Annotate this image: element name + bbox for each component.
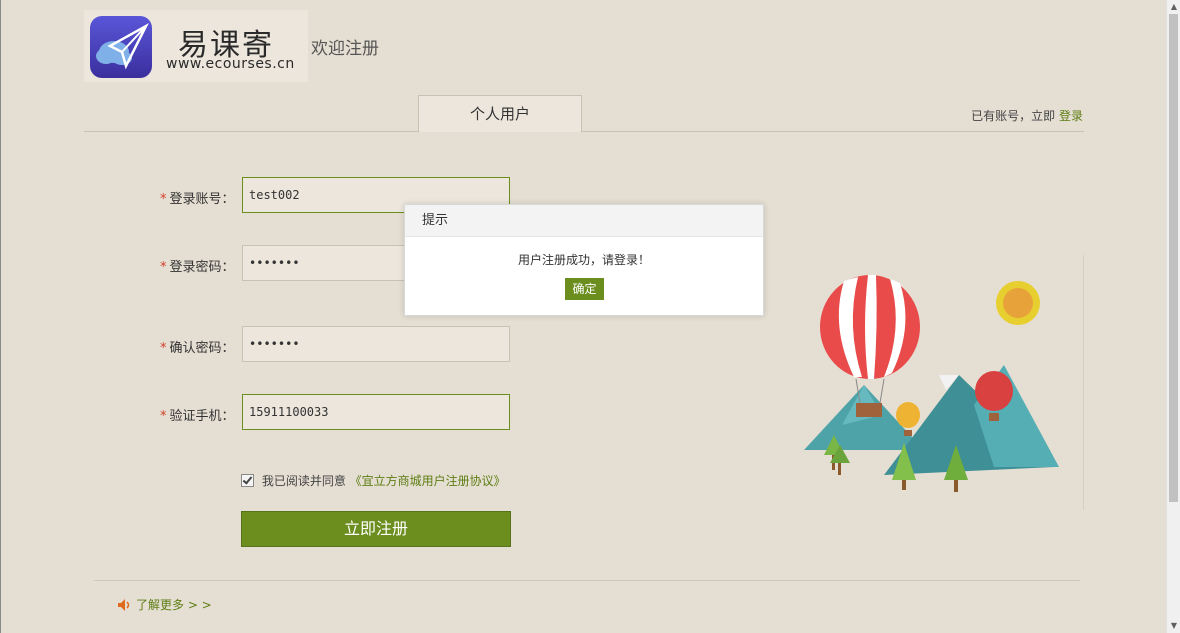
brand-url: www.ecourses.cn xyxy=(166,56,295,72)
required-mark: * xyxy=(160,192,167,207)
confirm-password-label: * 确认密码： xyxy=(160,341,235,356)
tab-personal-user[interactable]: 个人用户 xyxy=(418,95,582,132)
login-prompt-text: 已有账号，立即 xyxy=(971,109,1056,123)
footer-divider xyxy=(94,580,1080,581)
username-label: * 登录账号： xyxy=(160,192,235,207)
required-mark: * xyxy=(160,260,167,275)
agreement: 我已阅读并同意 《宜立方商城用户注册协议》 xyxy=(241,472,506,489)
speaker-icon xyxy=(118,599,132,614)
learn-more[interactable]: 了解更多 > > xyxy=(118,596,212,614)
dialog-message: 用户注册成功，请登录！ xyxy=(517,253,650,267)
page-title: 欢迎注册 xyxy=(311,39,379,59)
scrollbar[interactable]: ▲ ▼ xyxy=(1166,0,1180,633)
hot-air-balloon-illustration xyxy=(804,275,1059,492)
login-prompt: 已有账号，立即 登录 xyxy=(971,107,1083,124)
register-button[interactable]: 立即注册 xyxy=(241,511,511,547)
confirm-password-field[interactable]: ••••••• xyxy=(242,326,510,362)
scrollbar-thumb[interactable] xyxy=(1169,14,1178,502)
checkbox-icon[interactable] xyxy=(241,474,254,487)
agreement-text: 我已阅读并同意 xyxy=(261,474,346,488)
agreement-link[interactable]: 《宜立方商城用户注册协议》 xyxy=(350,474,506,488)
required-mark: * xyxy=(160,341,167,356)
success-dialog: 提示 用户注册成功，请登录！ 确定 xyxy=(404,204,764,316)
password-label: * 登录密码： xyxy=(160,260,235,275)
tab-divider xyxy=(84,131,1084,132)
dialog-ok-button[interactable]: 确定 xyxy=(565,278,604,300)
logo[interactable]: 易课寄 www.ecourses.cn xyxy=(84,10,308,82)
scroll-up-icon[interactable]: ▲ xyxy=(1169,2,1179,12)
login-link[interactable]: 登录 xyxy=(1059,109,1083,123)
paper-plane-cloud-logo-icon xyxy=(90,16,152,78)
page-left-border xyxy=(0,0,1,633)
scroll-down-icon[interactable]: ▼ xyxy=(1169,621,1179,631)
learn-more-link[interactable]: 了解更多 > > xyxy=(136,598,212,612)
phone-label: * 验证手机： xyxy=(160,409,235,424)
required-mark: * xyxy=(160,409,167,424)
dialog-title: 提示 xyxy=(405,205,763,237)
phone-field[interactable]: 15911100033 xyxy=(242,394,510,430)
